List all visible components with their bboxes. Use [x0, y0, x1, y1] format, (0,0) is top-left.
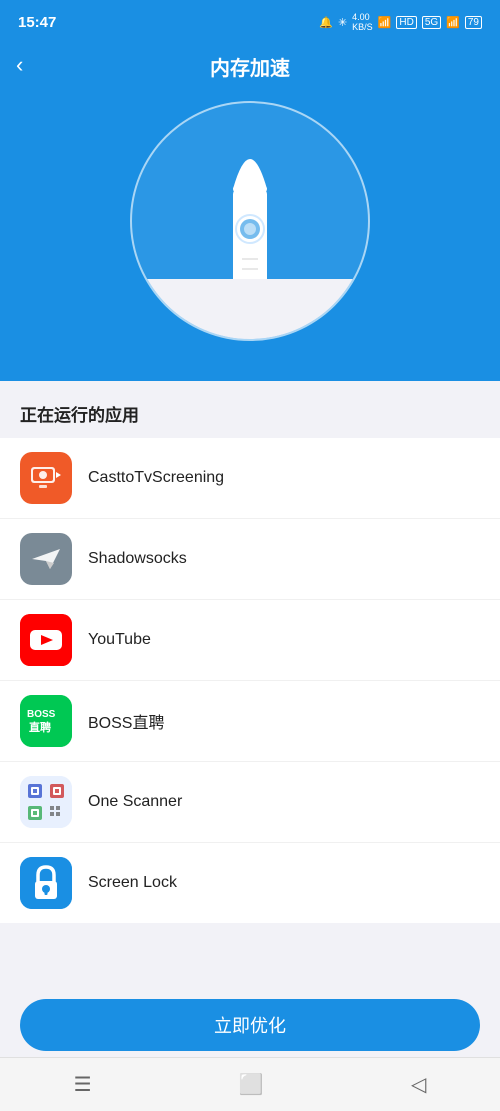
status-icons: 🔔 ✳ 4.00KB/S 📶 HD 5G 📶 79 [319, 12, 482, 32]
app-name-scanner: One Scanner [88, 793, 182, 811]
app-item-shadowsocks[interactable]: Shadowsocks [0, 519, 500, 600]
app-icon-screenlock [20, 857, 72, 909]
status-time: 15:47 [18, 14, 56, 31]
nav-menu-icon[interactable]: ☰ [74, 1072, 92, 1097]
app-list: CasttoTvScreening Shadowsocks YouTube [0, 438, 500, 923]
notification-icon: 🔔 [319, 16, 333, 29]
back-button[interactable]: ‹ [16, 52, 23, 78]
signal-icon: 📶 [446, 16, 460, 29]
hero-section [0, 81, 500, 381]
app-icon-youtube [20, 614, 72, 666]
app-icon-castto [20, 452, 72, 504]
svg-text:直聘: 直聘 [29, 720, 51, 734]
header: ‹ 内存加速 [0, 44, 500, 81]
app-name-shadowsocks: Shadowsocks [88, 550, 187, 568]
bluetooth-icon: ✳ [338, 16, 347, 29]
app-icon-shadowsocks [20, 533, 72, 585]
app-icon-boss: BOSS 直聘 [20, 695, 72, 747]
app-icon-scanner [20, 776, 72, 828]
5g-badge: 5G [422, 16, 441, 29]
hd-badge: HD [396, 16, 416, 29]
app-item-scanner[interactable]: One Scanner [0, 762, 500, 843]
app-item-castto[interactable]: CasttoTvScreening [0, 438, 500, 519]
nav-home-icon[interactable]: ⬜ [239, 1072, 264, 1097]
battery-icon: 79 [465, 16, 482, 29]
nav-back-icon[interactable]: ◁ [411, 1072, 426, 1097]
page-title: 内存加速 [0, 52, 500, 81]
app-item-boss[interactable]: BOSS 直聘 BOSS直聘 [0, 681, 500, 762]
app-name-castto: CasttoTvScreening [88, 469, 224, 487]
bottom-nav: ☰ ⬜ ◁ [0, 1057, 500, 1111]
circle-blend [132, 279, 368, 339]
svg-text:BOSS: BOSS [27, 709, 56, 720]
app-name-youtube: YouTube [88, 631, 151, 649]
wifi-icon: 📶 [378, 16, 392, 29]
status-bar: 15:47 🔔 ✳ 4.00KB/S 📶 HD 5G 📶 79 [0, 0, 500, 44]
app-item-screenlock[interactable]: Screen Lock [0, 843, 500, 923]
speed-indicator: 4.00KB/S [352, 12, 373, 32]
optimize-button[interactable]: 立即优化 [20, 999, 480, 1051]
app-item-youtube[interactable]: YouTube [0, 600, 500, 681]
circle-container [130, 101, 370, 341]
app-name-screenlock: Screen Lock [88, 874, 177, 892]
section-title: 正在运行的应用 [0, 381, 500, 438]
app-name-boss: BOSS直聘 [88, 709, 164, 733]
